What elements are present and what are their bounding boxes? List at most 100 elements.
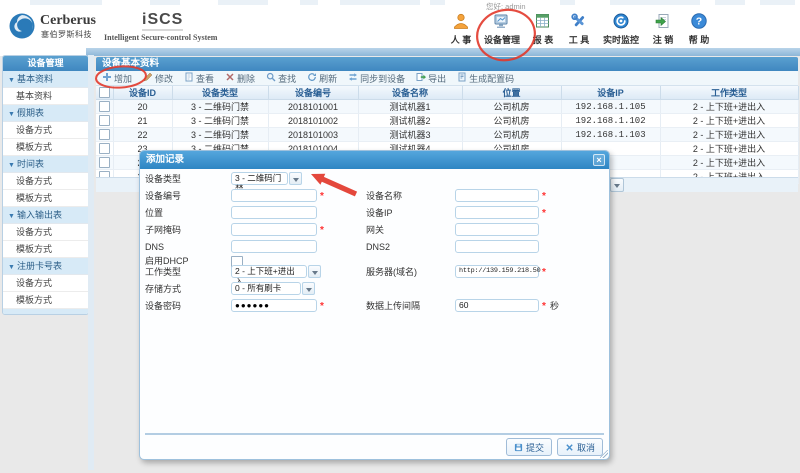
table-row[interactable]: 223 - 二维码门禁2018101003测试机器3公司机房192.168.1.…	[96, 128, 798, 142]
upload-interval-input[interactable]: 60	[455, 299, 539, 312]
field-label-device-ip: 设备IP	[366, 206, 393, 221]
cell-ip: 192.168.1.103	[561, 128, 660, 142]
device-type-select[interactable]: 3 - 二维码门禁	[231, 172, 288, 185]
toolbar-button-label: 生成配置码	[469, 72, 514, 85]
work-type-select[interactable]: 2 - 上下班+进出入	[231, 265, 307, 278]
toolbar-button-delete[interactable]: 删除	[225, 72, 255, 85]
toolbar-button-label: 删除	[237, 72, 255, 85]
sidebar-group-输入输出表[interactable]: ▼输入输出表	[3, 207, 88, 224]
top-edge-fragment	[340, 0, 420, 5]
location-input[interactable]	[231, 206, 317, 219]
sidebar-item-设备方式[interactable]: 设备方式	[3, 275, 88, 292]
sidebar-item-基本资料[interactable]: 基本资料	[3, 88, 88, 105]
sidebar-item-设备方式[interactable]: 设备方式	[3, 122, 88, 139]
row-checkbox[interactable]	[99, 157, 110, 168]
submit-button[interactable]: 提交	[506, 438, 552, 456]
column-header-设备类型[interactable]: 设备类型	[172, 86, 268, 100]
row-checkbox[interactable]	[99, 101, 110, 112]
dialog-titlebar[interactable]: 添加记录 ×	[140, 151, 609, 169]
form-row: 位置设备IP*	[140, 206, 609, 221]
toolbar-button-label: 查看	[196, 72, 214, 85]
dns2-input[interactable]	[455, 240, 539, 253]
row-checkbox[interactable]	[99, 129, 110, 140]
cancel-button[interactable]: 取消	[557, 438, 603, 456]
row-checkbox[interactable]	[99, 143, 110, 154]
toolbar-button-add[interactable]: 增加	[102, 72, 132, 85]
column-header-设备IP[interactable]: 设备IP	[561, 86, 660, 100]
row-checkbox-cell	[96, 156, 113, 170]
table-row[interactable]: 213 - 二维码门禁2018101002测试机器2公司机房192.168.1.…	[96, 114, 798, 128]
toolbar-item-report[interactable]: 报 表	[525, 12, 561, 46]
toolbar-button-export[interactable]: 导出	[416, 72, 446, 85]
dialog-resize-handle[interactable]	[600, 450, 608, 458]
toolbar-item-device[interactable]: 设备管理	[479, 12, 525, 46]
toolbar-button-gencode[interactable]: 生成配置码	[457, 72, 514, 85]
field-label-device-password: 设备密码	[145, 299, 181, 314]
sidebar-group-时间表[interactable]: ▼时间表	[3, 156, 88, 173]
toolbar-button-search[interactable]: 查找	[266, 72, 296, 85]
sidebar-item-设备方式[interactable]: 设备方式	[3, 173, 88, 190]
column-header-设备编号[interactable]: 设备编号	[268, 86, 358, 100]
add-icon	[102, 72, 114, 84]
save-icon	[514, 443, 523, 452]
device-ip-input[interactable]	[455, 206, 539, 219]
sidebar-group-注册卡号表[interactable]: ▼注册卡号表	[3, 258, 88, 275]
page-size-combo-arrow[interactable]	[610, 178, 624, 192]
sidebar-group-假期表[interactable]: ▼假期表	[3, 105, 88, 122]
person-icon	[443, 12, 479, 31]
work-type-select-arrow[interactable]	[308, 265, 321, 278]
device-number-input[interactable]	[231, 189, 317, 202]
select-all-checkbox[interactable]	[99, 87, 110, 98]
add-record-dialog: 添加记录 × 设备类型3 - 二维码门禁设备编号*设备名称*位置设备IP*子网掩…	[139, 150, 610, 460]
column-header-设备ID[interactable]: 设备ID	[113, 86, 172, 100]
cell-number: 2018101002	[268, 114, 358, 128]
grid-toolbar: 增加修改 查看 删除 查找刷新同步到设备导出 生成配置码	[96, 71, 798, 86]
toolbar-item-logout[interactable]: 注 销	[645, 12, 681, 46]
panel-splitter[interactable]	[88, 55, 94, 470]
server-domain-input[interactable]: http://139.159.218.50	[455, 265, 539, 278]
field-label-subnet-mask: 子网掩码	[145, 223, 181, 238]
chevron-down-icon: ▼	[8, 77, 15, 84]
device-type-select-arrow[interactable]	[289, 172, 302, 185]
cell-name: 测试机器1	[358, 100, 462, 114]
sidebar-item-模板方式[interactable]: 模板方式	[3, 139, 88, 156]
search-icon	[266, 72, 278, 84]
gateway-input[interactable]	[455, 223, 539, 236]
sidebar-item-模板方式[interactable]: 模板方式	[3, 190, 88, 207]
column-header-设备名称[interactable]: 设备名称	[358, 86, 462, 100]
toolbar-button-refresh[interactable]: 刷新	[307, 72, 337, 85]
field-label-server-domain: 服务器(域名)	[366, 265, 417, 280]
table-row[interactable]: 203 - 二维码门禁2018101001测试机器1公司机房192.168.1.…	[96, 100, 798, 114]
toolbar-item-monitor[interactable]: 实时监控	[597, 12, 645, 46]
storage-mode-select-arrow[interactable]	[302, 282, 315, 295]
field-suffix: 秒	[550, 299, 559, 314]
sidebar-item-设备方式[interactable]: 设备方式	[3, 224, 88, 241]
sidebar-item-模板方式[interactable]: 模板方式	[3, 292, 88, 309]
cell-name: 测试机器2	[358, 114, 462, 128]
form-row: 设备密码●●●●●●*数据上传间隔60*秒	[140, 299, 609, 314]
row-checkbox[interactable]	[99, 115, 110, 126]
sidebar-group-基本资料[interactable]: ▼基本资料	[3, 71, 88, 88]
device-name-input[interactable]	[455, 189, 539, 202]
toolbar-button-label: 查找	[278, 72, 296, 85]
column-header-位置[interactable]: 位置	[462, 86, 561, 100]
cell-location: 公司机房	[462, 100, 561, 114]
toolbar-button-sync[interactable]: 同步到设备	[348, 72, 405, 85]
storage-mode-select[interactable]: 0 - 所有刷卡	[231, 282, 301, 295]
cell-ip: 192.168.1.105	[561, 100, 660, 114]
toolbar-item-person[interactable]: 人 事	[443, 12, 479, 46]
toolbar-button-edit[interactable]: 修改	[143, 72, 173, 85]
sidebar-item-模板方式[interactable]: 模板方式	[3, 241, 88, 258]
toolbar-item-help[interactable]: ?帮 助	[681, 12, 717, 46]
toolbar-button-view[interactable]: 查看	[184, 72, 214, 85]
close-icon[interactable]: ×	[593, 154, 605, 166]
device-password-input[interactable]: ●●●●●●	[231, 299, 317, 312]
subnet-mask-input[interactable]	[231, 223, 317, 236]
toolbar-item-label: 设备管理	[479, 33, 525, 46]
column-header-工作类型[interactable]: 工作类型	[660, 86, 798, 100]
sidebar: 设备管理 ▼基本资料基本资料▼假期表设备方式模板方式▼时间表设备方式模板方式▼输…	[2, 55, 89, 315]
dns-input[interactable]	[231, 240, 317, 253]
toolbar-item-tools[interactable]: 工 具	[561, 12, 597, 46]
app-toolbar: 人 事设备管理报 表工 具实时监控注 销?帮 助	[443, 12, 717, 48]
report-icon	[525, 12, 561, 31]
